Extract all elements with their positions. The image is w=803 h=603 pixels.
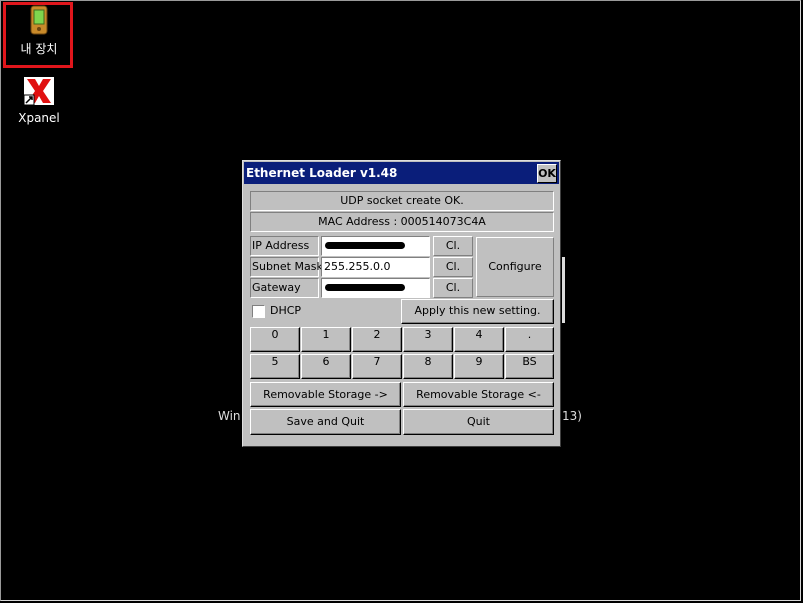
gateway-clear-button[interactable]: Cl. bbox=[433, 278, 473, 298]
save-and-quit-button[interactable]: Save and Quit bbox=[250, 409, 401, 435]
keypad-key-5[interactable]: 5 bbox=[250, 354, 300, 379]
desktop-icon-label: 내 장치 bbox=[20, 42, 58, 56]
background-window-edge bbox=[562, 257, 565, 323]
keypad-key-6[interactable]: 6 bbox=[301, 354, 351, 379]
ethernet-loader-dialog: Ethernet Loader v1.48 OK UDP socket crea… bbox=[242, 160, 561, 447]
keypad-key-9[interactable]: 9 bbox=[454, 354, 504, 379]
keypad-key-dot[interactable]: . bbox=[505, 327, 554, 352]
gateway-label: Gateway bbox=[250, 278, 319, 298]
subnet-mask-clear-button[interactable]: Cl. bbox=[433, 257, 473, 277]
desktop-icon-my-device[interactable]: 내 장치 bbox=[4, 5, 74, 57]
keypad-key-8[interactable]: 8 bbox=[403, 354, 453, 379]
background-text-left: Win bbox=[218, 409, 241, 423]
keypad-key-0[interactable]: 0 bbox=[250, 327, 300, 352]
keypad-key-1[interactable]: 1 bbox=[301, 327, 351, 352]
xpanel-shortcut-icon bbox=[23, 77, 54, 106]
gateway-input[interactable] bbox=[321, 278, 430, 298]
desktop-icon-xpanel[interactable]: Xpanel bbox=[4, 76, 74, 125]
subnet-mask-value: 255.255.0.0 bbox=[324, 260, 391, 273]
quit-button[interactable]: Quit bbox=[403, 409, 554, 435]
ip-address-clear-button[interactable]: Cl. bbox=[433, 236, 473, 256]
keypad-key-3[interactable]: 3 bbox=[403, 327, 453, 352]
ip-address-label: IP Address bbox=[250, 236, 319, 256]
configure-button[interactable]: Configure bbox=[476, 237, 554, 297]
keypad-key-4[interactable]: 4 bbox=[454, 327, 504, 352]
redaction-mark bbox=[325, 284, 405, 291]
mac-address-field: MAC Address : 000514073C4A bbox=[250, 212, 554, 232]
dialog-titlebar[interactable]: Ethernet Loader v1.48 OK bbox=[244, 162, 559, 184]
storage-from-xpanel-button[interactable]: Removable Storage <- Xpanel bbox=[403, 382, 554, 424]
storage-to-xpanel-button[interactable]: Removable Storage -> Xpanel bbox=[250, 382, 401, 424]
keypad-key-backspace[interactable]: BS bbox=[505, 354, 554, 379]
ip-address-input[interactable] bbox=[321, 236, 430, 256]
keypad-key-7[interactable]: 7 bbox=[352, 354, 402, 379]
dhcp-checkbox[interactable] bbox=[252, 305, 265, 318]
subnet-mask-label: Subnet Mask bbox=[250, 257, 323, 277]
status-field: UDP socket create OK. bbox=[250, 191, 554, 211]
dialog-title: Ethernet Loader v1.48 bbox=[246, 166, 398, 180]
keypad-key-2[interactable]: 2 bbox=[352, 327, 402, 352]
desktop-icon-label: Xpanel bbox=[18, 111, 60, 125]
pda-device-icon bbox=[30, 5, 48, 35]
apply-setting-button[interactable]: Apply this new setting. bbox=[401, 299, 554, 324]
dhcp-label: DHCP bbox=[270, 304, 302, 317]
ok-button[interactable]: OK bbox=[537, 164, 557, 183]
subnet-mask-input[interactable]: 255.255.0.0 bbox=[321, 257, 430, 277]
background-text-right: 13) bbox=[562, 409, 582, 423]
redaction-mark bbox=[325, 242, 405, 249]
